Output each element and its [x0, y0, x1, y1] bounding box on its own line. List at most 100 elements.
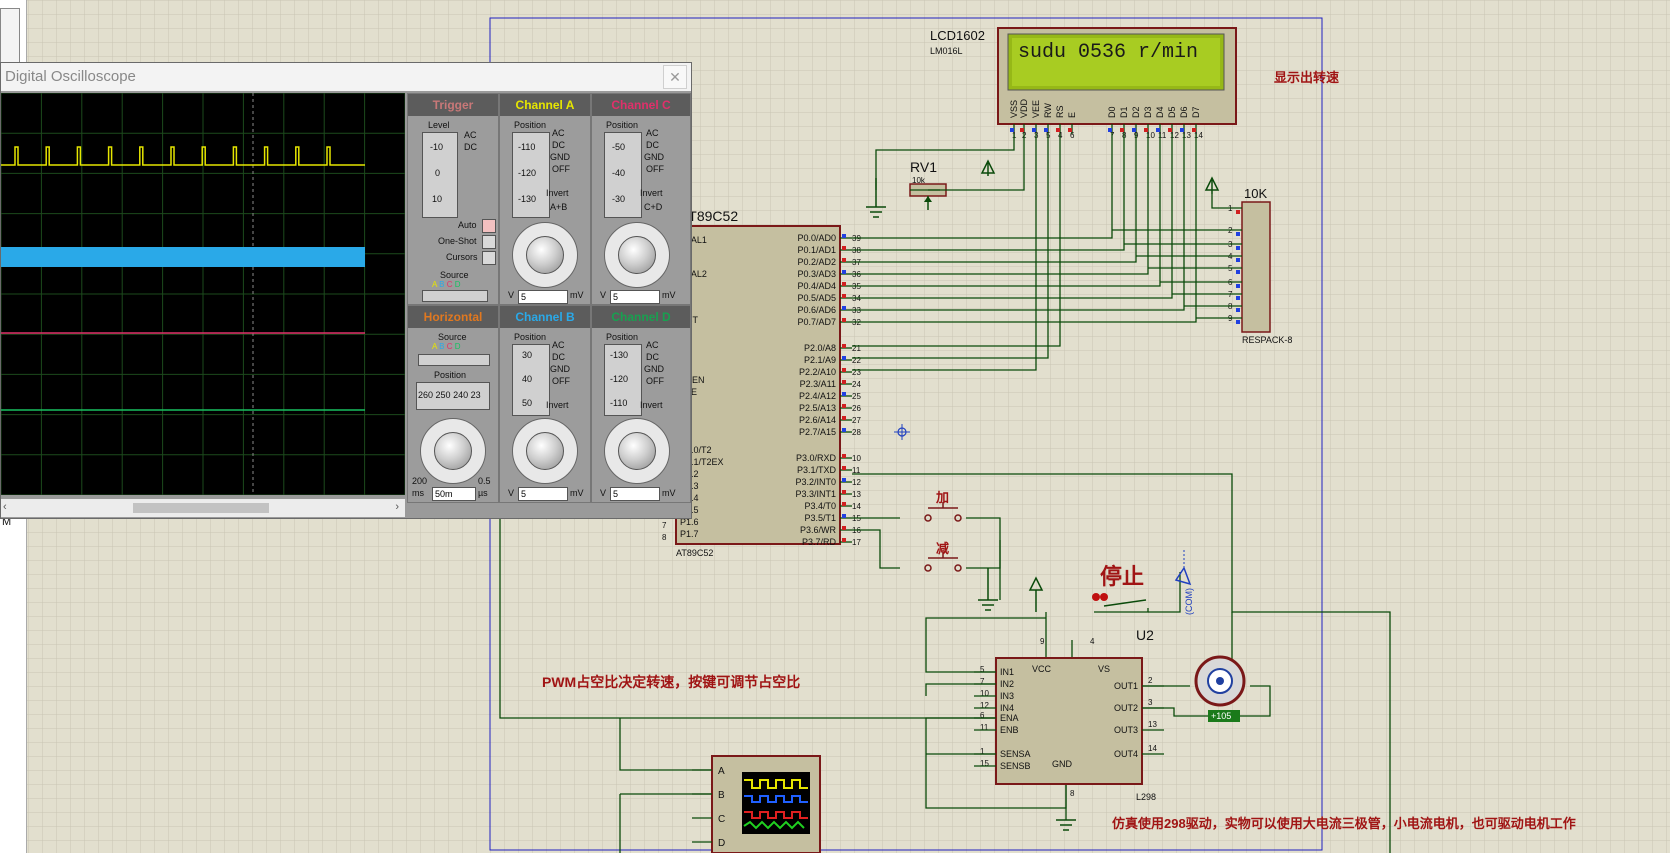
- pin-state-marker: [1236, 308, 1240, 312]
- scope-input-label: C: [718, 814, 725, 825]
- mcu-right-pin-label: P2.1/A9: [804, 355, 836, 365]
- oscilloscope-instrument[interactable]: [711, 755, 821, 853]
- horizontal-time-field[interactable]: 50m: [432, 487, 476, 501]
- pin-state-marker: [842, 380, 846, 384]
- lcd-pin-label: D5: [1167, 106, 1177, 118]
- mcu-right-pin-label: P3.4/T0: [804, 501, 836, 511]
- lcd-pin-number: 6: [1070, 131, 1075, 140]
- window-titlebar[interactable]: Digital Oscilloscope ✕: [1, 63, 691, 91]
- scope-input-label: D: [718, 838, 725, 849]
- close-icon[interactable]: ✕: [663, 65, 687, 89]
- motor-readout: +105: [1211, 711, 1231, 721]
- chevron-left-icon[interactable]: ‹: [3, 501, 7, 513]
- pin-state-marker: [1236, 284, 1240, 288]
- pin-state-marker: [842, 234, 846, 238]
- channel-b-volts-field[interactable]: 5: [518, 487, 568, 501]
- pin-state-marker: [842, 526, 846, 530]
- lcd-pin-label: D2: [1131, 106, 1141, 118]
- oscilloscope-window[interactable]: Digital Oscilloscope ✕ ‹ › Trigger Level…: [0, 62, 692, 519]
- l298-right-pin-number: 13: [1148, 720, 1157, 729]
- scrollbar-thumb[interactable]: [133, 503, 269, 513]
- rv1-value: 10k: [912, 176, 926, 185]
- lcd-pin-label: VEE: [1031, 100, 1041, 118]
- pin-state-marker: [1236, 232, 1240, 236]
- lcd-display-text: sudu 0536 r/min: [1018, 41, 1198, 64]
- pin-state-marker: [842, 258, 846, 262]
- pin-state-marker: [1120, 128, 1124, 132]
- channel-d-volts-field[interactable]: 5: [610, 487, 660, 501]
- scope-input-label: A: [718, 766, 725, 777]
- mcu-right-pin-number: 24: [852, 380, 861, 389]
- respack-component[interactable]: [1241, 201, 1271, 333]
- pin-state-marker: [1180, 128, 1184, 132]
- pwm-note: PWM占空比决定转速，按键可调节占空比: [542, 674, 800, 690]
- pin-state-marker: [1108, 128, 1112, 132]
- channel-c-volts-field[interactable]: 5: [610, 290, 660, 304]
- l298-right-pin-number: 3: [1148, 698, 1153, 707]
- cursors-button[interactable]: [482, 251, 496, 265]
- pin-state-marker: [1156, 128, 1160, 132]
- mcu-right-pin-label: P0.2/AD2: [797, 257, 836, 267]
- pin-state-marker: [1132, 128, 1136, 132]
- lcd-pin-label: VSS: [1009, 100, 1019, 118]
- mcu-right-pin-label: P2.2/A10: [799, 367, 836, 377]
- l298-right-pin-label: OUT1: [1114, 681, 1138, 691]
- pin-state-marker: [1010, 128, 1014, 132]
- lcd-pin-label: RS: [1055, 105, 1065, 118]
- l298-right-pin-label: OUT2: [1114, 703, 1138, 713]
- mcu-right-pin-label: P0.4/AD4: [797, 281, 836, 291]
- pin-state-marker: [842, 490, 846, 494]
- pin-state-marker: [1068, 128, 1072, 132]
- pin-state-marker: [842, 454, 846, 458]
- channel-a-panel: Channel A Position -110 -120 -130 AC DC …: [499, 93, 591, 305]
- channel-b-knob[interactable]: [526, 432, 564, 470]
- pin-state-marker: [842, 416, 846, 420]
- one-shot-button[interactable]: [482, 235, 496, 249]
- pin-state-marker: [1236, 320, 1240, 324]
- mcu-right-pin-label: P0.7/AD7: [797, 317, 836, 327]
- horizontal-knob[interactable]: [434, 432, 472, 470]
- toolbar-button[interactable]: [0, 8, 20, 70]
- add-button-label: 加: [935, 490, 949, 505]
- mcu-right-pin-label: P2.3/A11: [800, 379, 836, 389]
- auto-button[interactable]: [482, 219, 496, 233]
- channel-d-panel: Channel D Position -130 -120 -110 AC DC …: [591, 305, 691, 503]
- mcu-right-pin-label: P3.2/INT0: [795, 477, 836, 487]
- l298-left-pin-number: 10: [980, 689, 989, 698]
- oscilloscope-screen[interactable]: [1, 93, 405, 495]
- mcu-right-pin-label: P3.1/TXD: [797, 465, 837, 475]
- l298-left-pin-label: IN4: [1000, 703, 1014, 713]
- pin-state-marker: [842, 246, 846, 250]
- pin-state-marker: [842, 344, 846, 348]
- channel-b-panel: Channel B Position 30 40 50 AC DC GND OF…: [499, 305, 591, 503]
- l298-left-pin-label: SENSB: [1000, 761, 1031, 771]
- l298-left-pin-label: SENSA: [1000, 749, 1031, 759]
- pin-state-marker: [842, 270, 846, 274]
- lcd-pin-label: VDD: [1019, 98, 1029, 118]
- lcd-pin-label: D1: [1119, 106, 1129, 118]
- mcu-right-pin-label: P0.1/AD1: [797, 245, 836, 255]
- channel-c-knob[interactable]: [618, 236, 656, 274]
- mcu-right-pin-label: P2.5/A13: [799, 403, 836, 413]
- source-slider[interactable]: [422, 290, 488, 302]
- l298-left-pin-number: 12: [980, 701, 989, 710]
- channel-d-knob[interactable]: [618, 432, 656, 470]
- trace-channel-b: [1, 247, 365, 267]
- sub-button-label: 减: [936, 541, 949, 556]
- rv1-ref: RV1: [910, 159, 937, 175]
- chevron-right-icon[interactable]: ›: [395, 501, 399, 513]
- horizontal-scrollbar[interactable]: ‹ ›: [1, 499, 405, 517]
- mcu-right-pin-label: P0.5/AD5: [797, 293, 836, 303]
- pin-state-marker: [1236, 270, 1240, 274]
- trigger-title: Trigger: [408, 94, 498, 116]
- horizontal-source-slider[interactable]: [418, 354, 490, 366]
- l298-top-pin-number: 9: [1040, 637, 1045, 646]
- l298-left-pin-number: 5: [980, 665, 985, 674]
- channel-a-knob[interactable]: [526, 236, 564, 274]
- mcu-right-pin-number: 25: [852, 392, 861, 401]
- l298-left-pin-label: IN3: [1000, 691, 1014, 701]
- channel-a-volts-field[interactable]: 5: [518, 290, 568, 304]
- lcd-pin-label: D3: [1143, 106, 1153, 118]
- mcu-right-pin-label: P3.5/T1: [804, 513, 836, 523]
- lcd-pin-label: RW: [1043, 103, 1053, 118]
